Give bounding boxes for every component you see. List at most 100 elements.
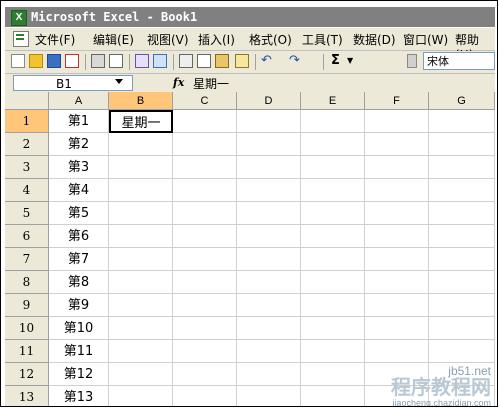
cell[interactable] — [237, 110, 301, 133]
cell[interactable] — [429, 179, 495, 202]
cell[interactable] — [301, 317, 365, 340]
column-header-b[interactable]: B — [109, 92, 173, 110]
column-header-a[interactable]: A — [49, 92, 109, 110]
cell[interactable] — [173, 363, 237, 386]
cell[interactable]: 第7 — [49, 248, 109, 271]
cell[interactable] — [429, 225, 495, 248]
cell[interactable] — [365, 202, 429, 225]
cell[interactable] — [237, 179, 301, 202]
print-icon[interactable] — [91, 54, 105, 68]
cell[interactable] — [109, 156, 173, 179]
autosum-dropdown-icon[interactable]: ▼ — [347, 54, 361, 68]
cell[interactable] — [173, 133, 237, 156]
copy-icon[interactable] — [197, 54, 211, 68]
save-icon[interactable] — [47, 54, 61, 68]
cell[interactable] — [173, 340, 237, 363]
cell[interactable] — [365, 179, 429, 202]
cell[interactable] — [173, 179, 237, 202]
row-header[interactable]: 4 — [5, 179, 49, 202]
cell[interactable]: 第11 — [49, 340, 109, 363]
cell[interactable] — [109, 225, 173, 248]
cell[interactable] — [301, 110, 365, 133]
cell[interactable] — [365, 133, 429, 156]
cell[interactable] — [237, 225, 301, 248]
redo-icon[interactable]: ↷ — [289, 54, 303, 68]
cell[interactable] — [173, 202, 237, 225]
cell[interactable] — [237, 248, 301, 271]
cell[interactable]: 第9 — [49, 294, 109, 317]
cell[interactable] — [429, 248, 495, 271]
cell[interactable] — [173, 110, 237, 133]
cell[interactable] — [109, 133, 173, 156]
undo-icon[interactable]: ↶ — [261, 54, 275, 68]
menu-format[interactable]: 格式(O) — [249, 31, 292, 48]
open-icon[interactable] — [29, 54, 43, 68]
cell[interactable] — [429, 317, 495, 340]
select-all-corner[interactable] — [5, 92, 49, 110]
name-box-dropdown-icon[interactable] — [115, 79, 123, 84]
row-header[interactable]: 5 — [5, 202, 49, 225]
cell[interactable]: 第13 — [49, 386, 109, 406]
cell[interactable] — [237, 202, 301, 225]
cut-icon[interactable] — [179, 54, 193, 68]
new-icon[interactable] — [11, 54, 25, 68]
row-header[interactable]: 2 — [5, 133, 49, 156]
toolbar-options-icon[interactable] — [407, 54, 417, 68]
font-name-box[interactable]: 宋体 — [423, 52, 495, 70]
cell[interactable] — [237, 133, 301, 156]
formula-input[interactable]: 星期一 — [193, 75, 229, 92]
cell[interactable] — [173, 225, 237, 248]
cell[interactable] — [173, 271, 237, 294]
row-header[interactable]: 3 — [5, 156, 49, 179]
row-header[interactable]: 7 — [5, 248, 49, 271]
cell[interactable] — [365, 156, 429, 179]
cell[interactable] — [301, 294, 365, 317]
row-header[interactable]: 1 — [5, 110, 49, 133]
cell[interactable] — [109, 386, 173, 406]
cell[interactable] — [429, 271, 495, 294]
row-header[interactable]: 12 — [5, 363, 49, 386]
cell[interactable] — [301, 386, 365, 406]
cell[interactable] — [237, 156, 301, 179]
cell[interactable] — [173, 248, 237, 271]
column-header-c[interactable]: C — [173, 92, 237, 110]
cell[interactable] — [109, 294, 173, 317]
cell[interactable] — [109, 202, 173, 225]
menu-edit[interactable]: 编辑(E) — [93, 31, 134, 48]
cell[interactable] — [301, 271, 365, 294]
cell[interactable] — [429, 340, 495, 363]
cell[interactable]: 第8 — [49, 271, 109, 294]
column-header-e[interactable]: E — [301, 92, 365, 110]
cell[interactable] — [365, 317, 429, 340]
workbook-icon[interactable] — [13, 31, 29, 47]
format-painter-icon[interactable] — [235, 54, 249, 68]
cell[interactable] — [301, 202, 365, 225]
cell[interactable] — [301, 179, 365, 202]
cell[interactable] — [173, 317, 237, 340]
menu-tools[interactable]: 工具(T) — [302, 31, 343, 48]
menu-insert[interactable]: 插入(I) — [198, 31, 235, 48]
cell[interactable] — [237, 294, 301, 317]
column-header-g[interactable]: G — [429, 92, 495, 110]
cell[interactable] — [237, 363, 301, 386]
cell[interactable] — [301, 133, 365, 156]
cell[interactable] — [301, 248, 365, 271]
cell[interactable] — [109, 317, 173, 340]
cell[interactable] — [109, 179, 173, 202]
cell[interactable] — [365, 294, 429, 317]
menu-view[interactable]: 视图(V) — [147, 31, 189, 48]
cell[interactable] — [109, 363, 173, 386]
menu-window[interactable]: 窗口(W) — [403, 31, 448, 48]
research-icon[interactable] — [153, 54, 167, 68]
cell[interactable]: 第3 — [49, 156, 109, 179]
row-header[interactable]: 9 — [5, 294, 49, 317]
cell[interactable] — [365, 340, 429, 363]
menu-file[interactable]: 文件(F) — [35, 31, 75, 48]
autosum-button[interactable]: Σ — [331, 54, 345, 68]
cell[interactable]: 第1 — [49, 110, 109, 133]
cell[interactable] — [301, 225, 365, 248]
cell[interactable] — [429, 110, 495, 133]
cell[interactable] — [173, 156, 237, 179]
print-preview-icon[interactable] — [109, 54, 123, 68]
row-header[interactable]: 6 — [5, 225, 49, 248]
